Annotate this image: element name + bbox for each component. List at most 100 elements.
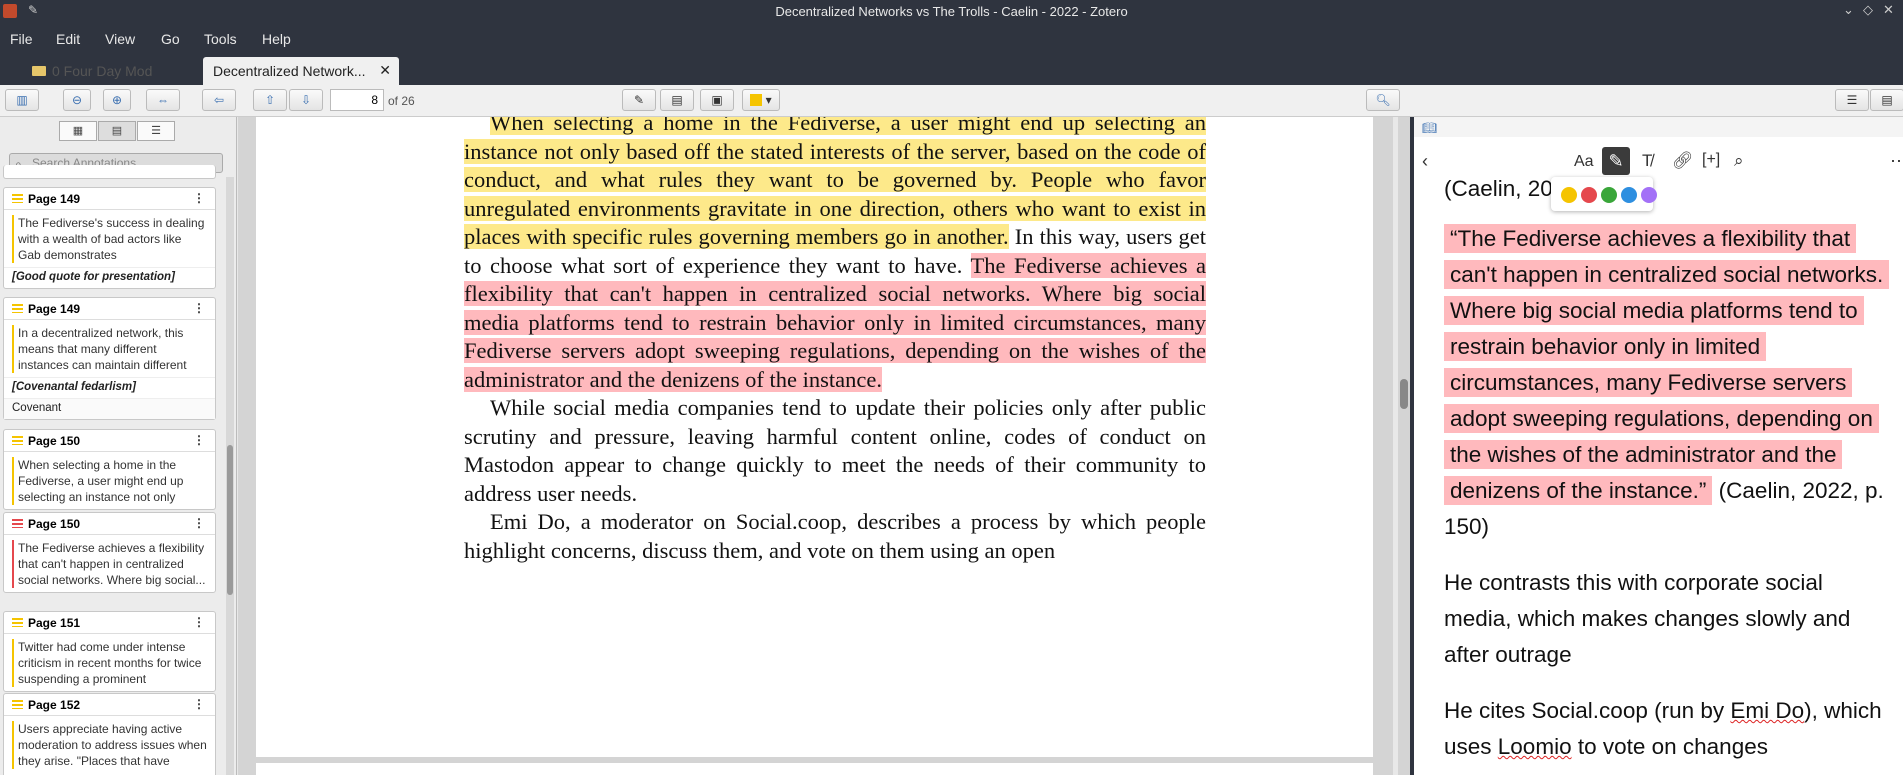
annotation-card-partial[interactable] [3, 165, 216, 179]
pdf-paragraph: While social media companies tend to upd… [464, 395, 1206, 506]
minimize-icon[interactable]: ⌄ [1843, 2, 1854, 18]
annotation-header: Page 149 ⋮ [4, 188, 215, 210]
notes-pane-toggle[interactable]: ▤ [1870, 89, 1903, 111]
tab-bar: 0 Four Day Mod Decentralized Network... … [0, 53, 1903, 85]
menu-edit[interactable]: Edit [56, 31, 80, 47]
clear-formatting-icon[interactable]: T̸ [1642, 151, 1652, 171]
more-options-icon[interactable]: ⋮ [193, 697, 205, 711]
annotation-card[interactable]: Page 150 ⋮ When selecting a home in the … [3, 429, 216, 510]
text-format-icon[interactable]: Aa [1574, 153, 1594, 171]
color-bar [12, 540, 14, 588]
folder-icon [32, 66, 46, 76]
annotation-card[interactable]: Page 152 ⋮ Users appreciate having activ… [3, 693, 216, 775]
annotation-card[interactable]: Page 149 ⋮ In a decentralized network, t… [3, 297, 216, 420]
annotation-comment[interactable]: [Covenantal fedarlism] [4, 377, 215, 398]
annotation-excerpt: The Fediverse's success in dealing with … [18, 216, 205, 262]
tab-reader[interactable]: Decentralized Network... ✕ [203, 57, 399, 85]
note-paragraph: He contrasts this with corporate social … [1444, 570, 1851, 667]
thumbnails-view-button[interactable]: ▦ [59, 121, 97, 141]
annotation-excerpt: When selecting a home in the Fediverse, … [18, 458, 184, 504]
sidebar-scrollbar[interactable] [226, 177, 234, 775]
highlight-icon [12, 700, 23, 709]
annotation-tag[interactable]: Covenant [4, 398, 215, 419]
color-swatch [750, 94, 763, 106]
note-content[interactable]: (Caelin, 20 “The Fediverse achieves a fl… [1444, 171, 1890, 775]
color-blue-swatch[interactable] [1621, 187, 1637, 203]
back-icon[interactable]: ‹ [1422, 151, 1428, 172]
close-tab-icon[interactable]: ✕ [379, 62, 391, 79]
note-tool-button[interactable]: ▤ [660, 89, 694, 111]
annotation-text: The Fediverse achieves a flexibility tha… [4, 535, 215, 592]
back-button[interactable]: ⇦ [202, 89, 236, 111]
link-icon[interactable]: 🔗︎ [1672, 151, 1694, 171]
pdf-next-page [256, 763, 1373, 775]
color-yellow-swatch[interactable] [1561, 187, 1577, 203]
annotation-header: Page 149 ⋮ [4, 298, 215, 320]
note-highlighted-quote[interactable]: “The Fediverse achieves a flexibility th… [1444, 224, 1890, 505]
menu-go[interactable]: Go [161, 31, 180, 47]
previous-page-button[interactable]: ⇧ [253, 89, 287, 111]
close-window-icon[interactable]: ✕ [1883, 2, 1894, 18]
find-icon[interactable]: ⌕ [1734, 151, 1744, 171]
annotation-card[interactable]: Page 151 ⋮ Twitter had come under intens… [3, 611, 216, 692]
color-bar [12, 325, 14, 373]
color-bar [12, 215, 14, 263]
fit-width-button[interactable]: ⇔ [146, 89, 180, 111]
notes-pane: 📖︎ ‹ Aa ✎ T̸ 🔗︎ [+] ⌕ ⋯ (Caelin, 20 “The… [1410, 117, 1903, 775]
page-number-input[interactable]: 8 [330, 89, 384, 111]
context-pane-toggle[interactable]: ☰ [1835, 89, 1869, 111]
color-red-swatch[interactable] [1581, 187, 1597, 203]
annotations-view-button[interactable]: ▤ [98, 121, 136, 141]
more-options-icon[interactable]: ⋮ [193, 433, 205, 447]
insert-citation-icon[interactable]: [+] [1702, 151, 1720, 169]
toggle-sidebar-button[interactable]: ▥ [5, 89, 39, 111]
annotation-header: Page 150 ⋮ [4, 513, 215, 535]
highlight-icon [12, 436, 23, 445]
color-green-swatch[interactable] [1601, 187, 1617, 203]
highlight-icon [12, 519, 23, 528]
pane-splitter[interactable] [1398, 117, 1410, 775]
pdf-viewer[interactable]: When selecting a home in the Fediverse, … [238, 117, 1393, 775]
spellcheck-word: Emi Do [1730, 698, 1805, 723]
scrollbar-thumb[interactable] [227, 445, 233, 595]
annotation-text: Twitter had come under intense criticism… [4, 634, 215, 691]
annotation-page: Page 152 [28, 698, 81, 712]
window-title: Decentralized Networks vs The Trolls - C… [775, 4, 1128, 19]
highlight-tool-button[interactable]: ✎ [622, 89, 656, 111]
pdf-page: When selecting a home in the Fediverse, … [256, 117, 1373, 757]
annotation-text: When selecting a home in the Fediverse, … [4, 452, 215, 509]
splitter-handle[interactable] [1400, 379, 1408, 409]
annotation-text: Users appreciate having active moderatio… [4, 716, 215, 773]
color-picker-button[interactable]: ▾ [742, 89, 780, 111]
more-icon[interactable]: ⋯ [1890, 151, 1903, 172]
menu-file[interactable]: File [10, 31, 33, 47]
more-options-icon[interactable]: ⋮ [193, 615, 205, 629]
page-count: of 26 [388, 94, 415, 108]
note-paragraph: He cites Social.coop (run by Emi Do), wh… [1444, 698, 1882, 759]
color-purple-swatch[interactable] [1641, 187, 1657, 203]
menu-view[interactable]: View [105, 31, 135, 47]
more-options-icon[interactable]: ⋮ [193, 191, 205, 205]
zoom-in-button[interactable]: ⊕ [103, 89, 131, 111]
annotation-card[interactable]: Page 149 ⋮ The Fediverse's success in de… [3, 187, 216, 289]
outline-view-button[interactable]: ☰ [137, 121, 175, 141]
tab-library[interactable]: 0 Four Day Mod [22, 57, 212, 85]
annotation-excerpt: In a decentralized network, this means t… [18, 326, 187, 372]
next-page-button[interactable]: ⇩ [289, 89, 323, 111]
reader-toolbar: ▥ ⊖ ⊕ ⇔ ⇦ ⇧ ⇩ 8 of 26 ✎ ▤ ▣ ▾ 🔍︎ ☰ ▤ [0, 85, 1903, 117]
menu-help[interactable]: Help [262, 31, 291, 47]
annotation-page: Page 149 [28, 302, 81, 316]
zoom-out-button[interactable]: ⊖ [63, 89, 91, 111]
find-button[interactable]: 🔍︎ [1366, 89, 1400, 111]
book-icon[interactable]: 📖︎ [1422, 121, 1437, 135]
more-options-icon[interactable]: ⋮ [193, 301, 205, 315]
area-tool-button[interactable]: ▣ [700, 89, 734, 111]
menu-tools[interactable]: Tools [204, 31, 237, 47]
more-options-icon[interactable]: ⋮ [193, 516, 205, 530]
annotation-card[interactable]: Page 150 ⋮ The Fediverse achieves a flex… [3, 512, 216, 593]
maximize-icon[interactable]: ◇ [1863, 2, 1873, 18]
annotation-text: The Fediverse's success in dealing with … [4, 210, 215, 267]
annotation-comment[interactable]: [Good quote for presentation] [4, 267, 215, 288]
pdf-text[interactable]: When selecting a home in the Fediverse, … [464, 117, 1206, 565]
spellcheck-word: Loomio [1497, 734, 1572, 759]
